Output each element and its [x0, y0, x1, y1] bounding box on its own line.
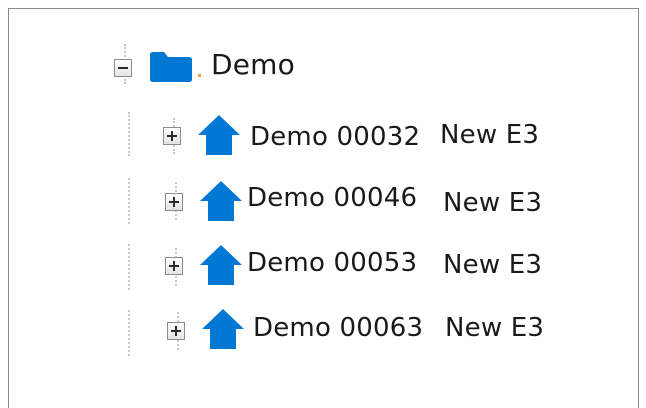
node-type: New E3: [445, 313, 545, 343]
collapse-toggle[interactable]: [114, 59, 132, 77]
expand-toggle[interactable]: [163, 127, 181, 145]
house-icon: [200, 245, 242, 285]
expand-toggle[interactable]: [167, 322, 185, 340]
node-type: New E3: [443, 250, 543, 280]
house-icon: [202, 309, 244, 349]
tree-guide-line: [128, 112, 130, 156]
house-icon: [198, 115, 240, 155]
tree-guide-line: [128, 178, 130, 224]
node-name: Demo 00032: [250, 122, 421, 152]
node-name: Demo 00053: [247, 248, 418, 278]
expand-toggle[interactable]: [165, 257, 183, 275]
expand-toggle[interactable]: [165, 193, 183, 211]
node-name: Demo 00046: [247, 183, 418, 213]
node-name: Demo 00063: [253, 313, 424, 343]
node-type: New E3: [443, 188, 543, 218]
tree-guide-line: [128, 244, 130, 290]
root-label: Demo: [211, 48, 295, 81]
focus-marker: [198, 74, 201, 77]
tree-guide-line: [128, 310, 130, 356]
house-icon: [200, 181, 242, 221]
node-type: New E3: [440, 120, 540, 150]
folder-icon: [150, 52, 192, 82]
